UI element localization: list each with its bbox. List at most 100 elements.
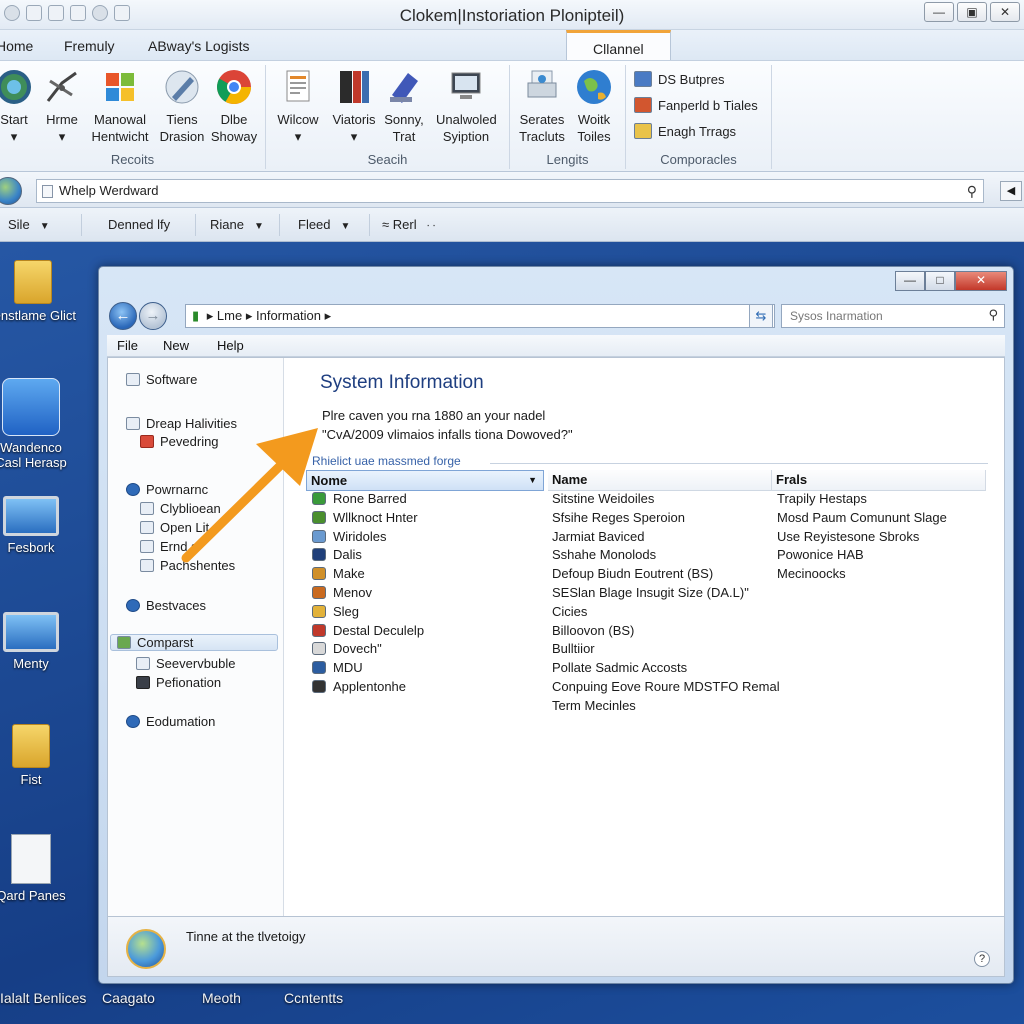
desktop-icon-sheet[interactable]: Qard Panes [0,834,76,903]
enagh-trrags-button[interactable]: Enagh Trrags [634,121,736,141]
breadcrumb-item[interactable]: Information [256,308,321,323]
tree-item-comparst[interactable]: Comparst [110,634,278,651]
chrome-icon [217,70,251,104]
fanperld-tiales-button[interactable]: Fanperld b Tiales [634,95,758,115]
wilcow-button[interactable]: Wilcow ▾ [268,67,328,145]
row-name-cell: Dovech" [312,641,382,656]
filter-riane[interactable]: Riane ▼ [202,214,280,236]
menu-help[interactable]: Help [217,338,244,353]
table-row[interactable]: Term Mecinles [306,698,996,717]
table-row[interactable]: MDU Pollate Sadmic Accosts [306,660,996,679]
filter-sile[interactable]: Sile ▼ [0,214,82,236]
filter-fleed[interactable]: Fleed ▼ [290,214,370,236]
printer-icon [527,70,557,98]
tree-item-eodumation[interactable]: Eodumation [126,714,215,729]
serates-button[interactable]: Serates Tracluts [512,67,572,145]
breadcrumb-item[interactable]: Lme [217,308,242,323]
component-icon [312,548,326,562]
row-extra-cell: Mecinoocks [777,566,846,582]
taskbar-item-ccntentts[interactable]: Ccntentts [284,990,343,1006]
breadcrumb[interactable]: ▮ ▸ Lme ▸ Information ▸ ▼ [185,304,775,328]
tree-item-open-lit[interactable]: Open Lit [140,520,209,535]
dlbe-button[interactable]: Dlbe Showay [204,67,264,145]
tree-item-powrnarnc[interactable]: Powrnarnc [126,482,208,497]
tiens-button[interactable]: Tiens Drasion [152,67,212,145]
desktop-icon-folder[interactable]: Ienstlame Glict [0,260,78,323]
table-row[interactable]: Rone Barred Sitstine Weidoiles Trapily Hes… [306,491,996,510]
refresh-icon[interactable]: ⇆ [749,304,773,328]
menu-file[interactable]: File [117,338,138,353]
table-row[interactable]: Destal Deculelp Billoovon (BS) [306,623,996,642]
back-arrow-icon[interactable]: ◀ [1000,181,1022,201]
forward-button[interactable]: → [139,302,167,330]
search-icon[interactable]: ⚲ [988,307,998,323]
table-row[interactable]: Dalis Sshahe Monolods Powonice HAB [306,547,996,566]
tree-item-dreap[interactable]: Dreap Halivities [126,416,237,431]
search-icon[interactable]: ⚲ [967,183,977,200]
row-detail-cell: Bulltiior [552,641,595,657]
maximize-button[interactable]: ▣ [957,2,987,22]
ribbon-tabs: Home Fremuly ABway's Logists Cllannel [0,30,1024,61]
table-row[interactable]: Dovech" Bulltiior [306,641,996,660]
close-button[interactable]: ✕ [990,2,1020,22]
table-row[interactable]: Wiridoles Jarmiat Baviced Use Reyistesone … [306,529,996,548]
desktop-icon-app[interactable]: Wandenco Casl Herasp [0,378,76,470]
taskbar-item-meoth[interactable]: Meoth [202,990,241,1006]
table-row[interactable]: Wllknoct Hnter Sfsihe Reges Speroion Mosd … [306,510,996,529]
desktop-icon-laptop-2[interactable]: Menty [0,612,76,671]
column-header-nome[interactable]: Nome ▼ [306,470,544,491]
taskbar-item-benlices[interactable]: Ialalt Benlices [0,990,86,1006]
component-icon [312,680,326,693]
desktop-icon-laptop[interactable]: Fesbork [0,496,76,555]
table-row[interactable]: Sleg Cicies [306,604,996,623]
woitk-button[interactable]: Woitk Toiles [564,67,624,145]
slides-icon [634,97,652,113]
minimize-button[interactable]: — [924,2,954,22]
address-input[interactable]: Whelp Werdward ⚲ [36,179,984,203]
close-button[interactable]: ✕ [955,271,1007,291]
table-row[interactable]: Menov SESlan Blage Insugit Size (DA.L)" [306,585,996,604]
back-button[interactable]: ← [109,302,137,330]
hrme-button[interactable]: Hrme ▾ [32,67,92,145]
tree-item-pachshentes[interactable]: Pachshentes [140,558,235,573]
satellite-dish-icon [46,71,77,102]
maximize-button[interactable]: □ [925,271,955,291]
help-icon[interactable]: ? [974,951,990,967]
minimize-button[interactable]: — [895,271,925,291]
ribbon: Start ▾ Hrme ▾ Manowal Hentwicht Tiens D… [0,60,1024,172]
tab-logists[interactable]: ABway's Logists [148,38,250,54]
tree-item-seevervbuble[interactable]: Seevervbuble [136,656,236,671]
globe-icon [126,929,166,969]
column-header-name[interactable]: Name [548,470,772,491]
unalwoled-button[interactable]: Unalwoled Syiption [436,67,497,145]
item-icon [136,676,150,689]
gear-icon [126,483,140,496]
row-detail-cell: SESlan Blage Insugit Size (DA.L)" [552,585,749,600]
tree-item-software[interactable]: Software [126,372,197,387]
table-row[interactable]: Make Defoup Biudn Eoutrent (BS) Mecinoocks [306,566,996,585]
window-search-input[interactable]: Sysos Inarmation ⚲ [781,304,1005,328]
globe-icon[interactable] [0,177,22,205]
tab-channel[interactable]: Cllannel [566,30,671,61]
ds-butpres-button[interactable]: DS Butpres [634,69,724,89]
folder-icon [12,724,50,768]
menu-new[interactable]: New [163,338,189,353]
manowal-button[interactable]: Manowal Hentwicht [90,67,150,145]
filter-denned[interactable]: Denned lfy [100,214,196,236]
desktop-icon-folder-2[interactable]: Fist [0,724,76,787]
tree-item-pevedring[interactable]: Pevedring [140,434,219,449]
table-row[interactable]: Applentonhe Conpuing Eove Roure MDSTFO Re… [306,679,996,698]
tab-fremuly[interactable]: Fremuly [64,38,115,54]
tree-item-clyblioean[interactable]: Clyblioean [140,501,221,516]
taskbar-item-caagato[interactable]: Caagato [102,990,155,1006]
tree-item-bestvaces[interactable]: Bestvaces [126,598,206,613]
tab-home[interactable]: Home [0,38,33,54]
filter-rerl[interactable]: ≈ Rerl ⋅ ⋅ [374,214,458,236]
row-name-text: Dovech" [333,641,382,657]
tree-item-pefionation[interactable]: Pefionation [136,675,221,690]
ribbon-group-label: Recoits [110,152,155,167]
column-header-frals[interactable]: Frals [772,470,986,491]
sonny-button[interactable]: Sonny, Trat [374,67,434,145]
tree-item-ernds[interactable]: Ernd s [140,539,198,554]
row-name-cell: Rone Barred [312,491,407,506]
